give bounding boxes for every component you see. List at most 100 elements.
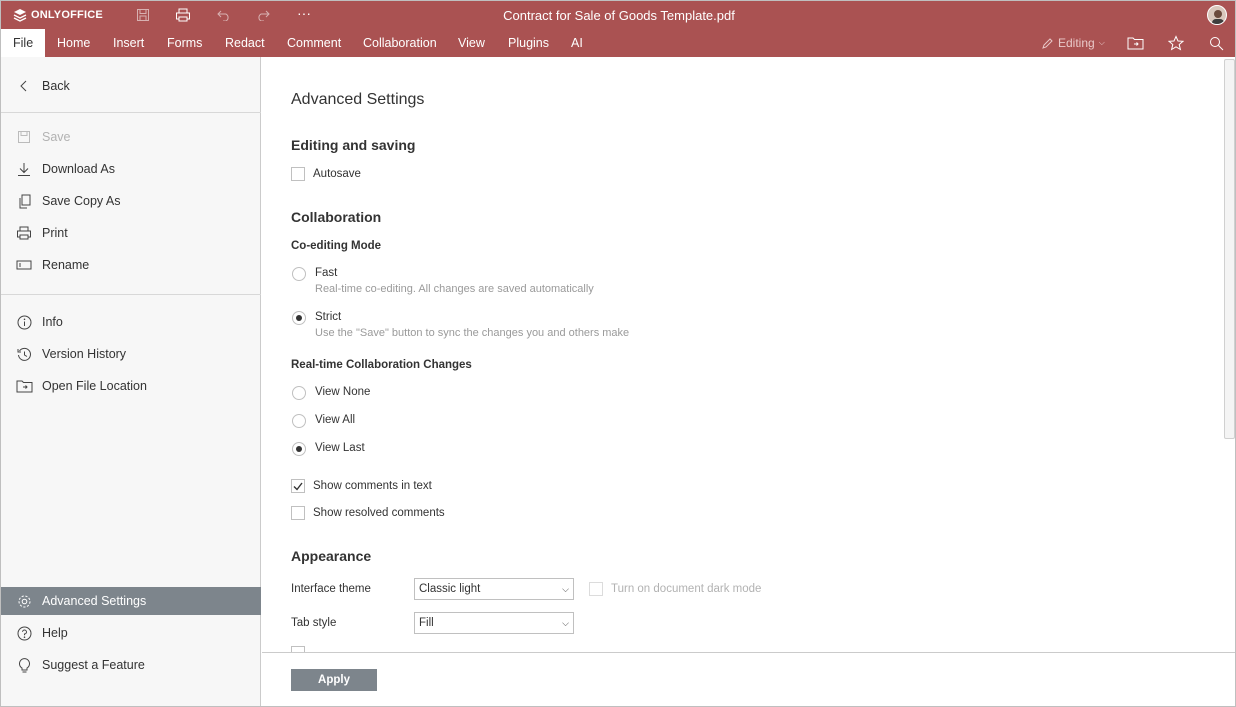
tab-style-select[interactable]: Fill ⌵ <box>414 612 574 634</box>
save-icon <box>15 128 33 146</box>
download-icon <box>15 160 33 178</box>
tab-redact[interactable]: Redact <box>213 29 277 57</box>
info-icon <box>15 313 33 331</box>
advanced-settings-panel: Advanced Settings Editing and saving Aut… <box>262 57 1224 652</box>
editing-mode-label: Editing <box>1058 36 1095 50</box>
app-window: ONLYOFFICE ··· Contract for Sale of Good… <box>0 0 1236 707</box>
dark-mode-label: Turn on document dark mode <box>611 583 762 595</box>
radio-button[interactable] <box>292 442 306 456</box>
copy-icon <box>15 192 33 210</box>
print-icon <box>15 224 33 242</box>
page-title: Advanced Settings <box>291 91 425 108</box>
tab-plugins[interactable]: Plugins <box>496 29 561 57</box>
show-resolved-label: Show resolved comments <box>313 507 445 519</box>
tab-view[interactable]: View <box>446 29 497 57</box>
radio-button[interactable] <box>292 311 306 325</box>
view-last-radio[interactable]: View Last <box>292 442 365 456</box>
fast-description: Real-time co-editing. All changes are sa… <box>315 283 594 295</box>
tab-file[interactable]: File <box>1 29 46 57</box>
view-last-label: View Last <box>315 442 365 454</box>
sidebar-item-label: Save Copy As <box>42 194 121 208</box>
tab-style-value: Fill <box>419 617 434 629</box>
print-icon[interactable] <box>174 6 192 24</box>
sidebar-item-version-history[interactable]: Version History <box>1 340 261 368</box>
pencil-icon <box>1042 37 1053 49</box>
sidebar-item-label: Info <box>42 315 63 329</box>
autosave-label: Autosave <box>313 168 361 180</box>
back-button[interactable]: Back <box>1 72 261 100</box>
checkbox-box[interactable] <box>291 167 305 181</box>
chevron-down-icon: ⌵ <box>1098 38 1105 47</box>
show-comments-label: Show comments in text <box>313 480 432 492</box>
tab-ai[interactable]: AI <box>559 29 595 57</box>
user-avatar[interactable] <box>1207 5 1227 25</box>
sidebar-item-help[interactable]: Help <box>1 619 261 647</box>
autosave-checkbox[interactable]: Autosave <box>291 167 361 181</box>
tab-forms[interactable]: Forms <box>155 29 214 57</box>
view-all-radio[interactable]: View All <box>292 414 355 428</box>
editing-mode-dropdown[interactable]: Editing ⌵ <box>1041 29 1105 57</box>
folder-icon <box>15 377 33 395</box>
show-resolved-checkbox[interactable]: Show resolved comments <box>291 506 445 520</box>
sidebar-item-save-copy-as[interactable]: Save Copy As <box>1 187 261 215</box>
dark-mode-checkbox[interactable]: Turn on document dark mode <box>589 582 761 596</box>
sidebar-item-download-as[interactable]: Download As <box>1 155 261 183</box>
sidebar-item-label: Version History <box>42 347 127 361</box>
open-folder-icon[interactable] <box>1126 34 1144 52</box>
coediting-strict-radio[interactable]: Strict Use the "Save" button to sync the… <box>292 311 629 339</box>
tab-comment[interactable]: Comment <box>275 29 353 57</box>
strict-description: Use the "Save" button to sync the change… <box>315 327 630 339</box>
search-icon[interactable] <box>1207 34 1225 52</box>
sidebar-item-label: Download As <box>42 162 115 176</box>
tab-home[interactable]: Home <box>45 29 102 57</box>
radio-button[interactable] <box>292 386 306 400</box>
realtime-changes-title: Real-time Collaboration Changes <box>291 359 472 371</box>
editing-section-title: Editing and saving <box>291 137 416 153</box>
sidebar-item-advanced-settings[interactable]: Advanced Settings <box>1 587 261 615</box>
interface-theme-label: Interface theme <box>291 583 371 595</box>
view-none-radio[interactable]: View None <box>292 386 370 400</box>
checkbox-box[interactable] <box>291 506 305 520</box>
star-icon[interactable] <box>1167 34 1185 52</box>
sidebar-item-save[interactable]: Save <box>1 123 261 151</box>
checkbox-box[interactable] <box>589 582 603 596</box>
redo-icon[interactable] <box>254 6 272 24</box>
appearance-section-title: Appearance <box>291 548 372 564</box>
radio-button[interactable] <box>292 414 306 428</box>
coediting-mode-title: Co-editing Mode <box>291 240 382 252</box>
help-icon <box>15 624 33 642</box>
sidebar-item-print[interactable]: Print <box>1 219 261 247</box>
file-menu-sidebar: Back Save Download As Save Copy As Print… <box>1 57 261 706</box>
onlyoffice-logo: ONLYOFFICE <box>13 8 103 22</box>
view-all-label: View All <box>315 414 356 426</box>
coediting-fast-radio[interactable]: Fast Real-time co-editing. All changes a… <box>292 267 594 295</box>
sidebar-item-label: Help <box>42 626 68 640</box>
settings-footer: Apply <box>262 652 1235 706</box>
sidebar-item-open-file-location[interactable]: Open File Location <box>1 372 261 400</box>
sidebar-item-rename[interactable]: Rename <box>1 251 261 279</box>
title-bar: ONLYOFFICE ··· Contract for Sale of Good… <box>1 1 1235 29</box>
tab-insert[interactable]: Insert <box>101 29 156 57</box>
show-comments-checkbox[interactable]: Show comments in text <box>291 479 432 493</box>
more-icon[interactable]: ··· <box>295 4 313 22</box>
undo-icon[interactable] <box>215 6 233 24</box>
interface-theme-select[interactable]: Classic light ⌵ <box>414 578 574 600</box>
vertical-scrollbar[interactable] <box>1224 59 1235 439</box>
sidebar-item-suggest-feature[interactable]: Suggest a Feature <box>1 651 261 679</box>
sidebar-item-label: Open File Location <box>42 379 147 393</box>
separator <box>1 294 261 295</box>
separator <box>1 112 261 113</box>
menu-bar: File Home Insert Forms Redact Comment Co… <box>1 29 1235 57</box>
sidebar-item-label: Rename <box>42 258 90 272</box>
apply-button[interactable]: Apply <box>291 669 377 691</box>
chevron-down-icon: ⌵ <box>562 584 569 594</box>
radio-button[interactable] <box>292 267 306 281</box>
chevron-down-icon: ⌵ <box>562 618 569 628</box>
checkbox-box[interactable] <box>291 479 305 493</box>
save-icon[interactable] <box>134 6 152 24</box>
strict-label: Strict <box>315 311 342 323</box>
tab-style-label: Tab style <box>291 617 337 629</box>
sidebar-item-info[interactable]: Info <box>1 308 261 336</box>
tab-collaboration[interactable]: Collaboration <box>351 29 449 57</box>
fast-label: Fast <box>315 267 338 279</box>
